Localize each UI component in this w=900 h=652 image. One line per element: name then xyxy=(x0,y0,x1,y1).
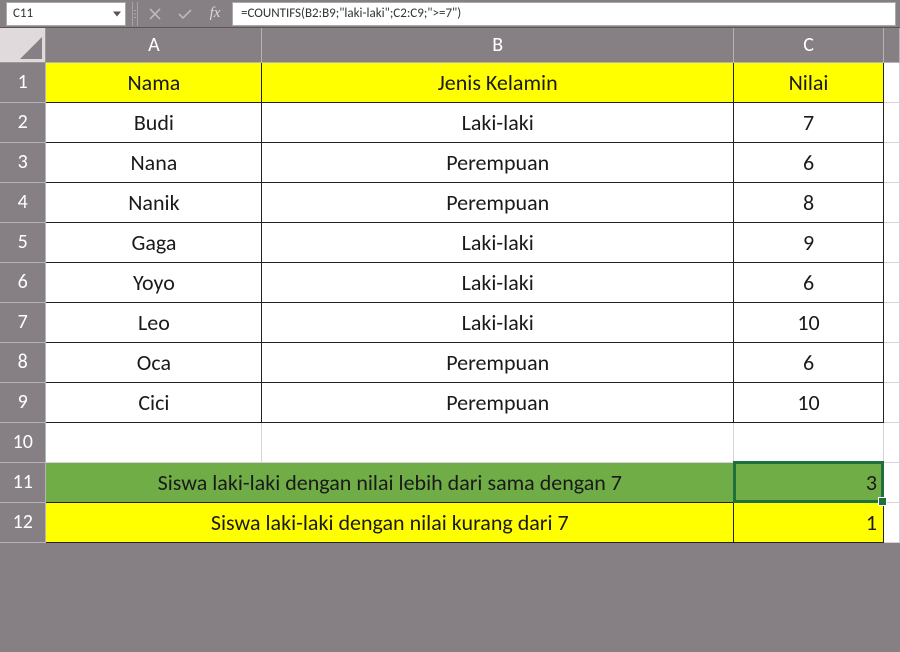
cell-blank[interactable] xyxy=(883,342,899,382)
cancel-formula-button[interactable] xyxy=(140,2,170,26)
column-header-a[interactable]: A xyxy=(46,28,262,62)
cell-blank[interactable] xyxy=(883,222,899,262)
insert-function-button[interactable]: fx xyxy=(200,2,230,26)
name-box[interactable]: C11 xyxy=(6,2,126,26)
row-header[interactable]: 6 xyxy=(0,262,46,302)
row-header[interactable]: 12 xyxy=(0,502,46,542)
cell-blank[interactable] xyxy=(883,262,899,302)
cell-a7[interactable]: Leo xyxy=(46,302,262,342)
cell-blank[interactable] xyxy=(883,422,899,462)
cell-b7[interactable]: Laki-laki xyxy=(262,302,734,342)
column-header-extra[interactable] xyxy=(883,28,899,62)
cell-a2[interactable]: Budi xyxy=(46,102,262,142)
cell-b9[interactable]: Perempuan xyxy=(262,382,734,422)
formula-text: =COUNTIFS(B2:B9;"laki-laki";C2:C9;">=7") xyxy=(241,6,461,21)
formula-input[interactable]: =COUNTIFS(B2:B9;"laki-laki";C2:C9;">=7") xyxy=(232,2,896,26)
cell-c6[interactable]: 6 xyxy=(734,262,884,302)
formula-bar: C11 ⋮ fx =COUNTIFS(B2:B9;"laki-laki";C2:… xyxy=(0,0,900,28)
cell-c1[interactable]: Nilai xyxy=(734,62,884,102)
cell-blank[interactable] xyxy=(883,102,899,142)
confirm-formula-button[interactable] xyxy=(170,2,200,26)
spreadsheet-grid[interactable]: A B C 1 Nama Jenis Kelamin Nilai 2 Budi … xyxy=(0,28,900,543)
cell-c10[interactable] xyxy=(734,422,884,462)
cell-c8[interactable]: 6 xyxy=(734,342,884,382)
row-header[interactable]: 7 xyxy=(0,302,46,342)
fx-icon: fx xyxy=(210,5,221,22)
cell-b8[interactable]: Perempuan xyxy=(262,342,734,382)
grip-icon: ⋮ xyxy=(130,9,140,19)
row-header[interactable]: 3 xyxy=(0,142,46,182)
cell-blank[interactable] xyxy=(883,382,899,422)
cell-blank[interactable] xyxy=(883,182,899,222)
cell-c5[interactable]: 9 xyxy=(734,222,884,262)
cell-a5[interactable]: Gaga xyxy=(46,222,262,262)
check-icon xyxy=(178,8,192,20)
cell-c11[interactable]: 3 xyxy=(734,462,884,502)
row-header[interactable]: 8 xyxy=(0,342,46,382)
cell-a3[interactable]: Nana xyxy=(46,142,262,182)
cell-b10[interactable] xyxy=(262,422,734,462)
cell-b2[interactable]: Laki-laki xyxy=(262,102,734,142)
cell-b5[interactable]: Laki-laki xyxy=(262,222,734,262)
cell-c4[interactable]: 8 xyxy=(734,182,884,222)
row-header[interactable]: 9 xyxy=(0,382,46,422)
cell-c9[interactable]: 10 xyxy=(734,382,884,422)
cell-b1[interactable]: Jenis Kelamin xyxy=(262,62,734,102)
cell-a8[interactable]: Oca xyxy=(46,342,262,382)
column-header-b[interactable]: B xyxy=(262,28,734,62)
cell-b4[interactable]: Perempuan xyxy=(262,182,734,222)
cell-blank[interactable] xyxy=(883,302,899,342)
close-icon xyxy=(149,8,161,20)
row-header[interactable]: 4 xyxy=(0,182,46,222)
row-header[interactable]: 11 xyxy=(0,462,46,502)
cell-blank[interactable] xyxy=(883,142,899,182)
chevron-down-icon[interactable] xyxy=(113,11,121,16)
cell-a12-b12-merged[interactable]: Siswa laki-laki dengan nilai kurang dari… xyxy=(46,502,734,542)
name-box-value: C11 xyxy=(13,6,33,21)
cell-c12[interactable]: 1 xyxy=(734,502,884,542)
cell-b3[interactable]: Perempuan xyxy=(262,142,734,182)
cell-a6[interactable]: Yoyo xyxy=(46,262,262,302)
row-header[interactable]: 1 xyxy=(0,62,46,102)
row-header[interactable]: 10 xyxy=(0,422,46,462)
cell-a10[interactable] xyxy=(46,422,262,462)
cell-a9[interactable]: Cici xyxy=(46,382,262,422)
row-header[interactable]: 2 xyxy=(0,102,46,142)
cell-blank[interactable] xyxy=(883,62,899,102)
cell-a11-b11-merged[interactable]: Siswa laki-laki dengan nilai lebih dari … xyxy=(46,462,734,502)
cell-a1[interactable]: Nama xyxy=(46,62,262,102)
cell-c3[interactable]: 6 xyxy=(734,142,884,182)
cell-blank[interactable] xyxy=(883,502,899,542)
cell-b6[interactable]: Laki-laki xyxy=(262,262,734,302)
row-header[interactable]: 5 xyxy=(0,222,46,262)
column-header-c[interactable]: C xyxy=(734,28,884,62)
select-all-corner[interactable] xyxy=(0,28,46,62)
formula-bar-resizer[interactable]: ⋮ xyxy=(132,2,138,26)
cell-a4[interactable]: Nanik xyxy=(46,182,262,222)
cell-c2[interactable]: 7 xyxy=(734,102,884,142)
cell-c7[interactable]: 10 xyxy=(734,302,884,342)
